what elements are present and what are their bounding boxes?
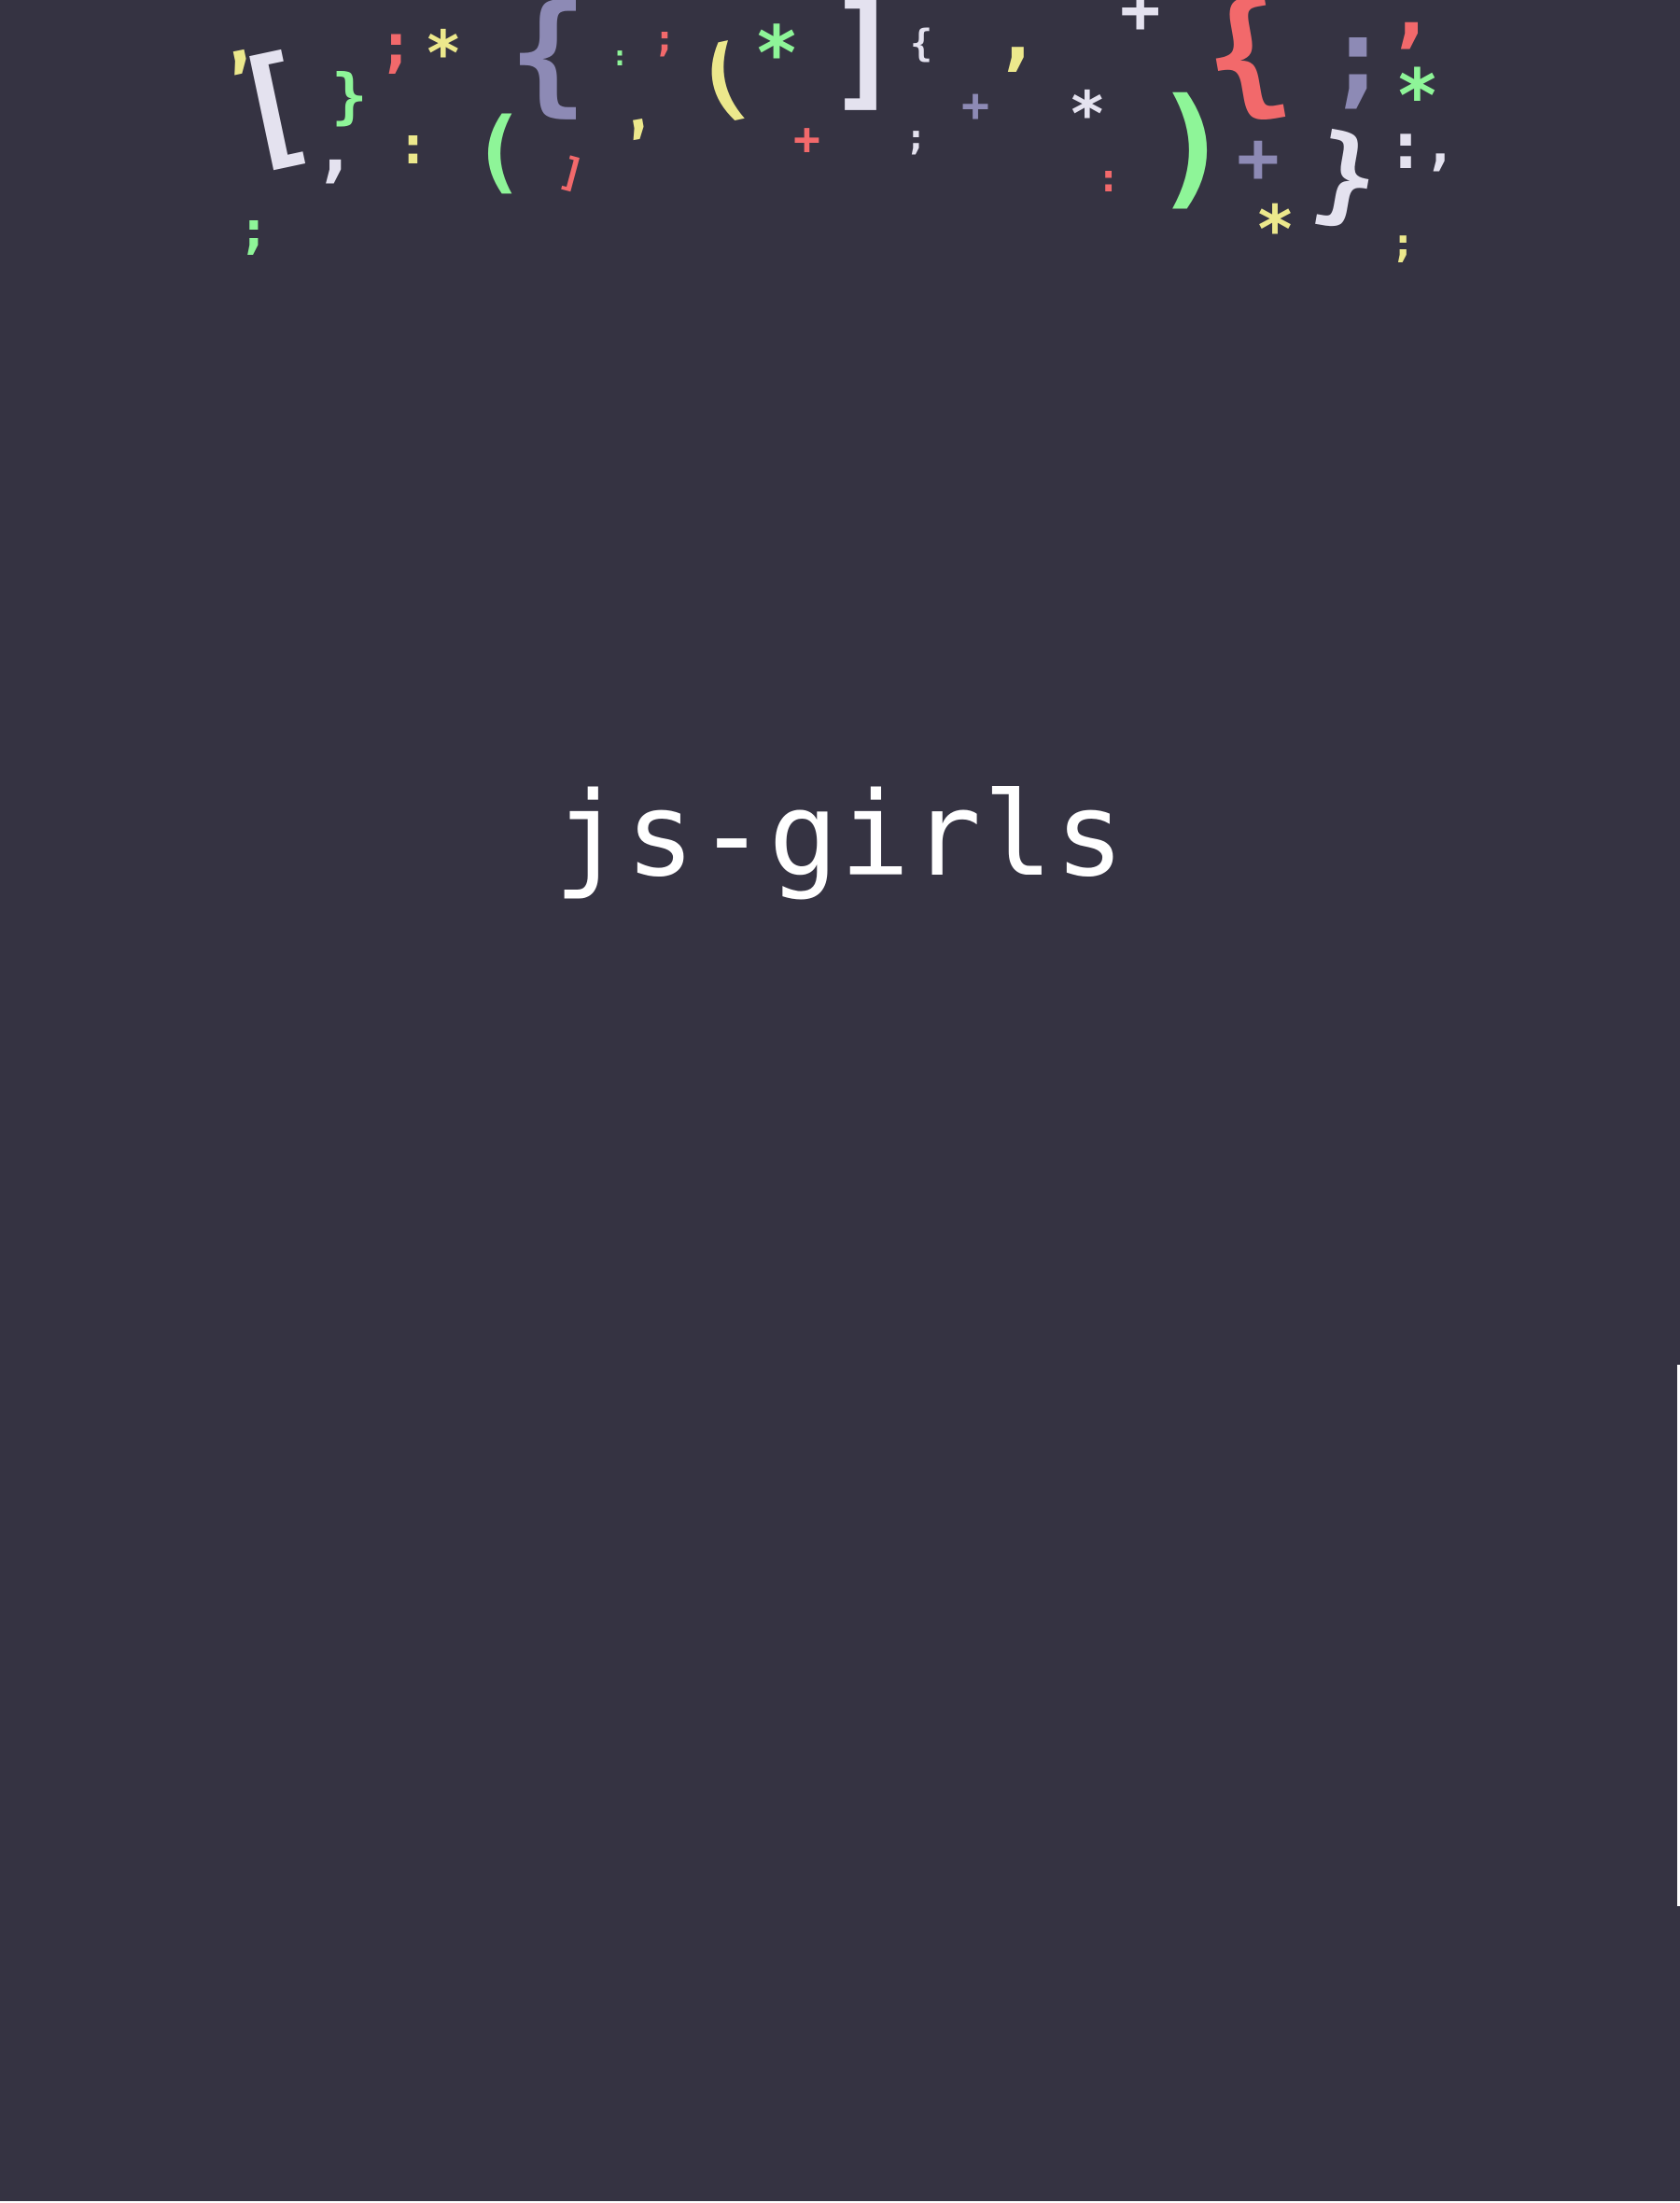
svg-text:]: ] [826,0,903,124]
punctuation-confetti-icon: , * , ( , * ; : { ; + + [ , ] + * } : , … [206,0,1457,268]
svg-text:;: ; [1325,0,1391,119]
svg-text:;: ; [238,200,270,260]
svg-text::: : [397,113,429,176]
svg-text:;: ; [1391,219,1416,267]
svg-text:(: ( [471,99,525,203]
svg-text:+: + [961,78,989,133]
svg-text::: : [611,40,628,73]
svg-text:{: { [910,22,932,65]
svg-text:*: * [754,10,799,97]
svg-text:*: * [425,18,462,90]
svg-text:,: , [994,0,1042,79]
svg-text:]: ] [554,147,589,198]
svg-text:}: } [1305,111,1388,242]
svg-text::: : [1097,155,1120,201]
svg-text:*: * [1069,78,1106,150]
svg-text:}: } [331,63,368,132]
svg-text:*: * [1395,55,1439,139]
svg-text:[: [ [218,24,327,189]
svg-text:;: ; [378,11,414,80]
svg-text:(: ( [685,22,760,136]
svg-text:,: , [1386,0,1436,58]
page-title: js-girls [553,768,1127,903]
svg-text:;: ; [653,18,676,61]
svg-text:,: , [611,71,661,148]
svg-text:+: + [793,113,820,165]
svg-text:;: ; [905,117,927,158]
app-screen: , * , ( , * ; : { ; + + [ , ] + * } : , … [0,0,1680,2203]
svg-text:+: + [1120,0,1160,49]
svg-text:*: * [1255,191,1295,268]
